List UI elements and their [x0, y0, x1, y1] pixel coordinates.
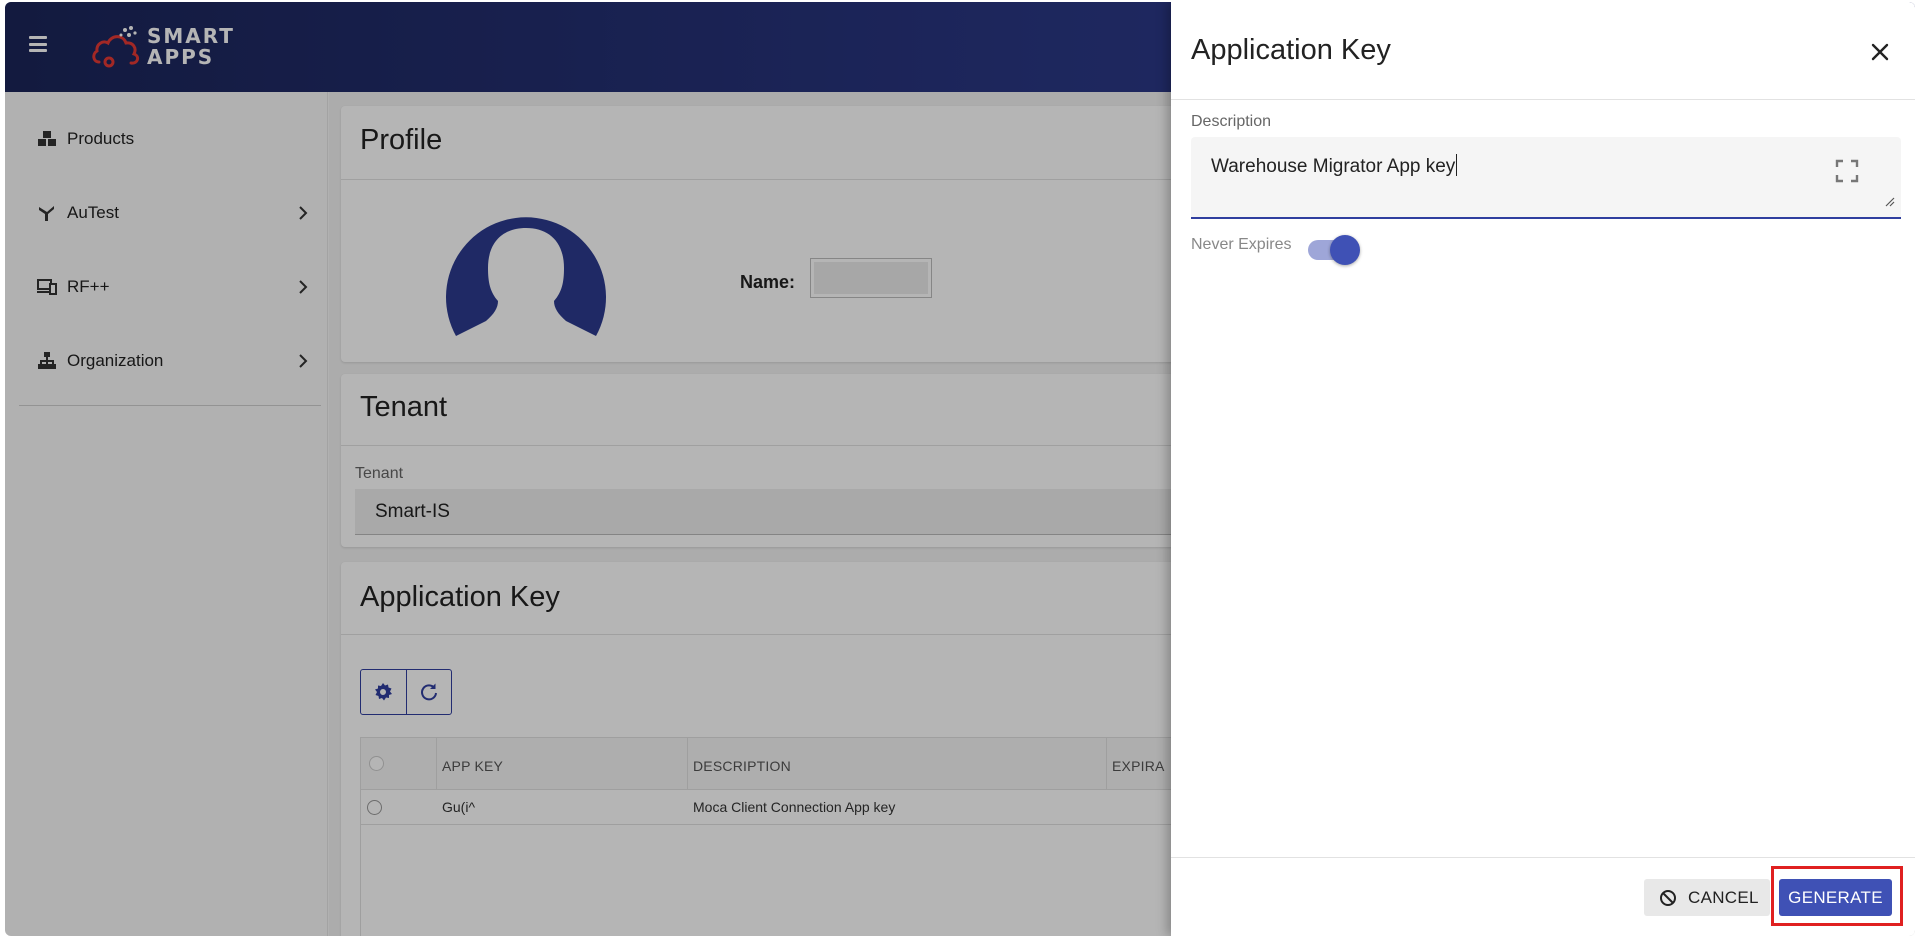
never-expires-label: Never Expires: [1191, 236, 1292, 253]
cancel-label: CANCEL: [1688, 888, 1759, 907]
generate-label: GENERATE: [1788, 888, 1883, 907]
dialog-title: Application Key: [1191, 34, 1391, 66]
app-window: SMART APPS Products AuTest RF++ Organiza…: [5, 2, 1915, 936]
description-textarea[interactable]: Warehouse Migrator App key: [1191, 137, 1901, 219]
never-expires-toggle[interactable]: [1308, 233, 1364, 265]
fullscreen-icon[interactable]: [1835, 159, 1859, 183]
description-label: Description: [1191, 113, 1272, 130]
dialog-divider: [1171, 857, 1915, 858]
application-key-dialog: Application Key Description Warehouse Mi…: [1171, 2, 1915, 936]
close-icon[interactable]: [1869, 41, 1891, 63]
toggle-knob: [1330, 235, 1360, 265]
cancel-button[interactable]: CANCEL: [1644, 879, 1770, 916]
generate-button[interactable]: GENERATE: [1779, 879, 1892, 916]
description-value: Warehouse Migrator App key: [1211, 154, 1458, 177]
resize-grip-icon[interactable]: [1885, 197, 1895, 207]
cancel-icon: [1660, 890, 1676, 906]
text-caret: [1456, 154, 1458, 176]
dialog-divider: [1171, 99, 1915, 100]
